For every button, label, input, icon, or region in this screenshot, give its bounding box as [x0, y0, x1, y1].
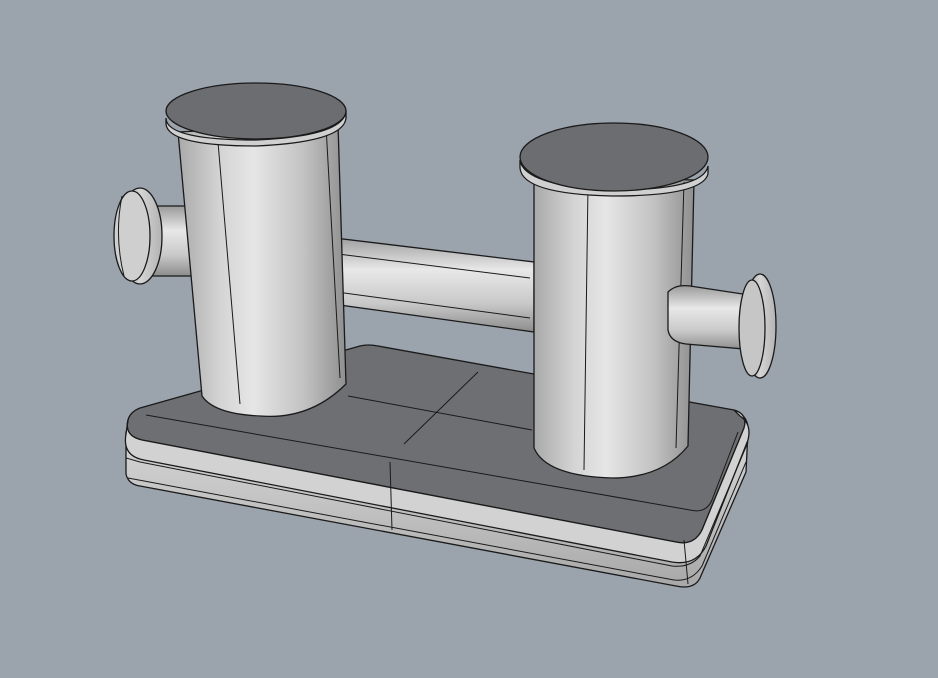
- left-post[interactable]: [177, 123, 347, 418]
- right-post-cap[interactable]: [519, 122, 709, 197]
- 3d-viewport[interactable]: [0, 0, 938, 678]
- bollard-render: [0, 0, 938, 678]
- viewport-background: [0, 0, 938, 678]
- left-post-cap[interactable]: [165, 82, 347, 147]
